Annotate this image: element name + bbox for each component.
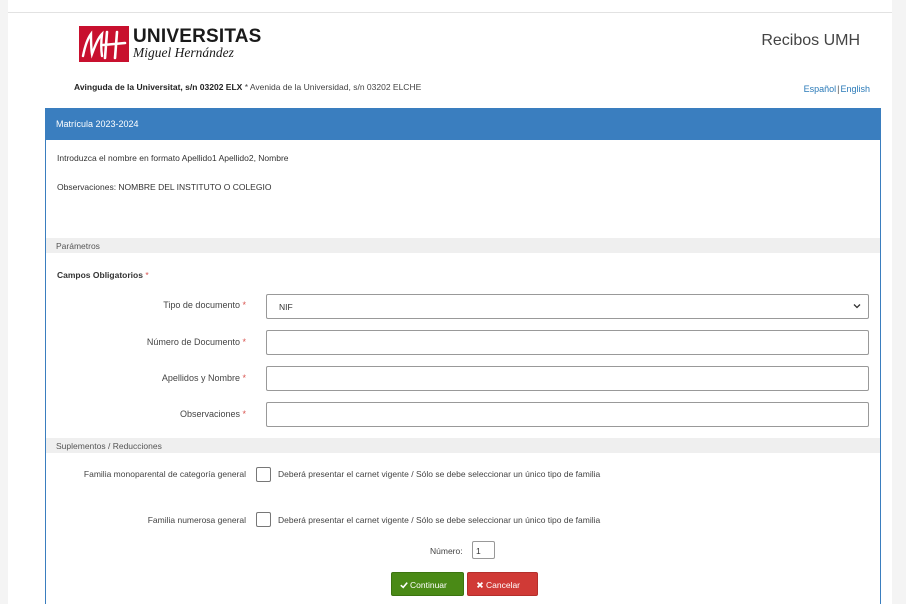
single-parent-checkbox[interactable] xyxy=(256,467,271,482)
app-title: Recibos UMH xyxy=(761,32,860,49)
top-divider xyxy=(8,12,892,13)
required-fields-label: Campos Obligatorios xyxy=(57,270,143,280)
large-family-note: Deberá presentar el carnet vigente / Sól… xyxy=(278,515,601,525)
observations-input[interactable] xyxy=(266,402,869,427)
family-number-label: Número: xyxy=(430,546,463,556)
large-family-checkbox[interactable] xyxy=(256,512,271,527)
doc-number-label: Número de Documento * xyxy=(46,337,246,347)
umh-logo-icon xyxy=(79,26,129,62)
continue-button[interactable]: Continuar xyxy=(391,572,464,596)
required-star: * xyxy=(242,373,246,383)
required-star: * xyxy=(242,300,246,310)
continue-button-label: Continuar xyxy=(410,580,447,590)
logo-subtitle: Miguel Hernández xyxy=(133,45,234,60)
doc-type-select[interactable]: NIF xyxy=(266,294,869,319)
large-family-label: Familia numerosa general xyxy=(147,515,246,525)
required-star: * xyxy=(242,337,246,347)
address: Avinguda de la Universitat, s/n 03202 EL… xyxy=(74,82,421,92)
required-star: * xyxy=(145,270,149,280)
check-icon xyxy=(400,582,408,589)
times-icon xyxy=(476,581,484,589)
single-parent-note: Deberá presentar el carnet vigente / Sól… xyxy=(278,469,601,479)
required-fields-title: Campos Obligatorios * xyxy=(57,270,149,280)
chevron-down-icon xyxy=(853,304,861,309)
logo-wordmark: UNIVERSITAS xyxy=(133,26,262,47)
observations-label: Observaciones * xyxy=(46,409,246,419)
observations-label-text: Observaciones xyxy=(179,409,240,419)
address-separator: * xyxy=(242,82,250,92)
family-number-input[interactable]: 1 xyxy=(472,541,495,559)
name-format-hint: Introduzca el nombre en formato Apellido… xyxy=(57,153,289,163)
language-switcher: Español|English xyxy=(804,84,870,94)
left-gutter xyxy=(0,0,8,604)
single-parent-label: Familia monoparental de categoría genera… xyxy=(83,469,246,479)
lang-english-link[interactable]: English xyxy=(840,84,870,94)
enrollment-panel: Matrícula 2023-2024 Introduzca el nombre… xyxy=(45,108,881,604)
doc-type-label-text: Tipo de documento xyxy=(163,300,240,310)
doc-number-label-text: Número de Documento xyxy=(146,337,240,347)
right-gutter xyxy=(892,0,906,604)
doc-type-label: Tipo de documento * xyxy=(46,300,246,310)
full-name-label-text: Apellidos y Nombre xyxy=(161,373,240,383)
address-spanish: Avenida de la Universidad, s/n 03202 ELC… xyxy=(249,82,422,92)
address-valencian: Avinguda de la Universitat, s/n 03202 EL… xyxy=(74,82,243,92)
full-name-input[interactable] xyxy=(266,366,869,391)
observations-hint: Observaciones: NOMBRE DEL INSTITUTO O CO… xyxy=(57,182,272,192)
doc-number-input[interactable] xyxy=(266,330,869,355)
cancel-button[interactable]: Cancelar xyxy=(467,572,538,596)
doc-type-selected: NIF xyxy=(279,302,293,312)
full-name-label: Apellidos y Nombre * xyxy=(46,373,246,383)
required-star: * xyxy=(242,409,246,419)
cancel-button-label: Cancelar xyxy=(486,580,521,590)
lang-spanish-link[interactable]: Español xyxy=(804,84,837,94)
university-logo[interactable]: UNIVERSITAS Miguel Hernández xyxy=(79,26,262,66)
section-parameters: Parámetros xyxy=(46,238,880,253)
panel-title: Matrícula 2023-2024 xyxy=(46,109,880,140)
section-supplements: Suplementos / Reducciones xyxy=(46,438,880,453)
